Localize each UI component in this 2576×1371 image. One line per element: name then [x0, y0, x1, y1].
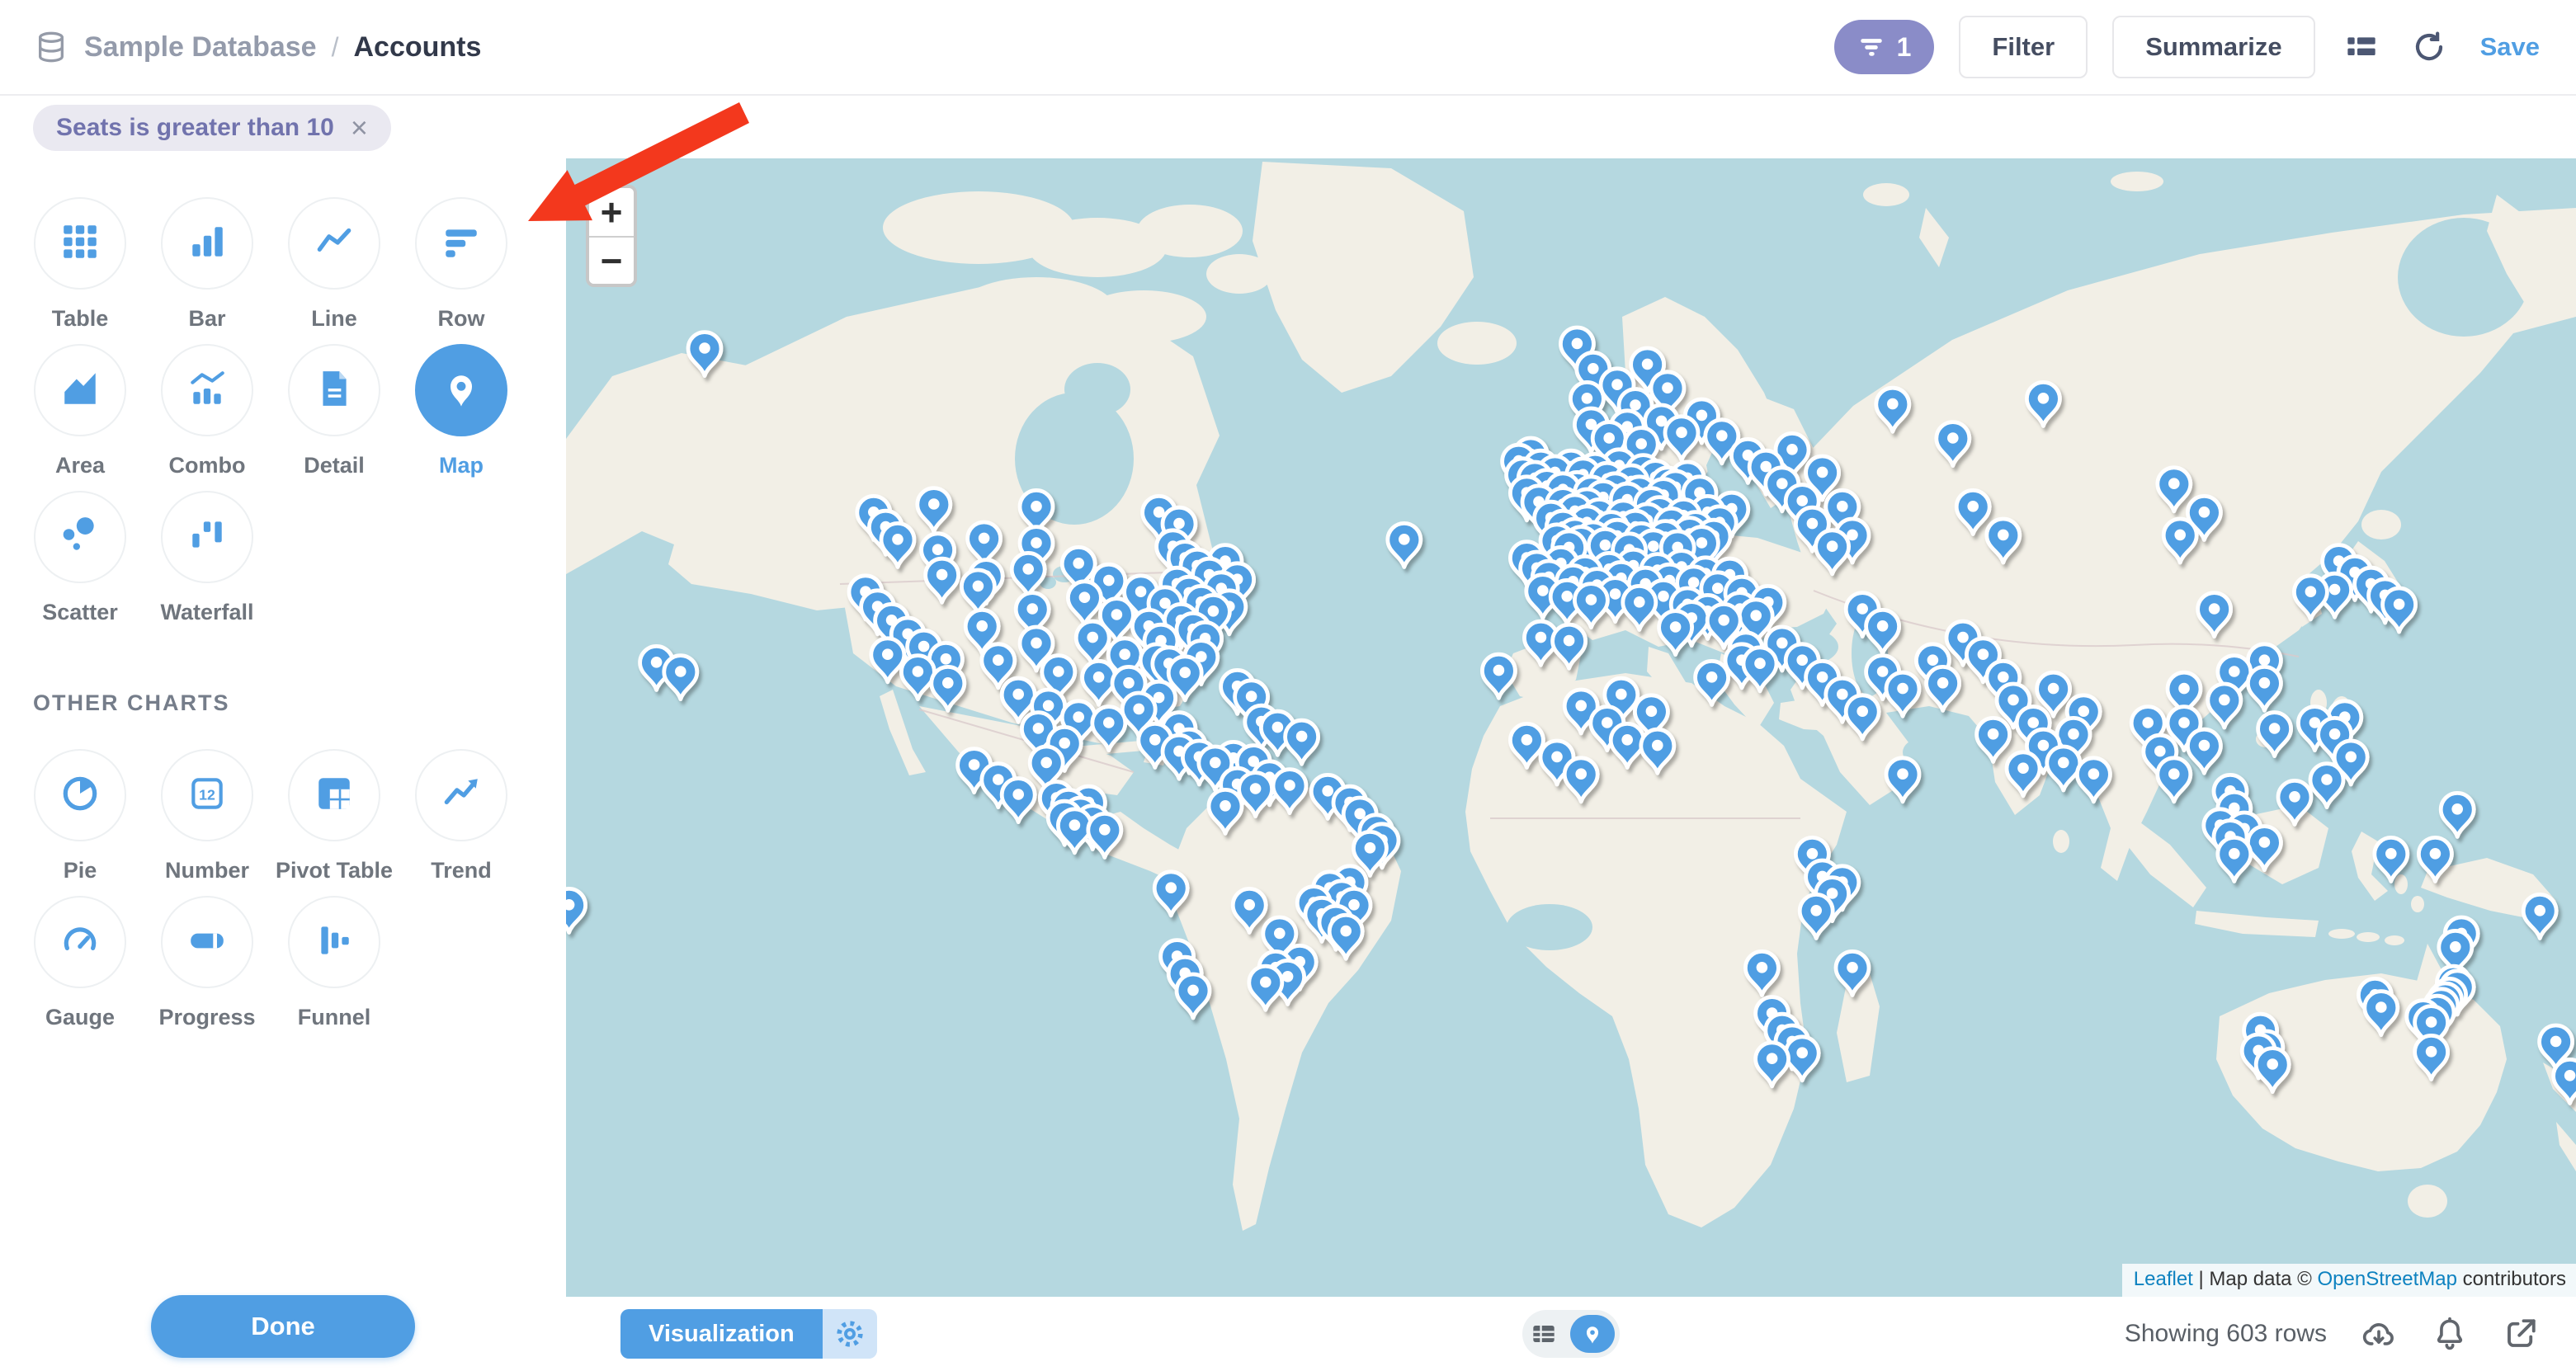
chart-type-pivot-table[interactable]: Pivot Table	[271, 749, 398, 896]
chart-type-gauge[interactable]: Gauge	[17, 896, 144, 1043]
chart-type-table[interactable]: Table	[17, 197, 144, 344]
svg-text:12: 12	[199, 786, 215, 803]
share-external-icon[interactable]	[2502, 1315, 2540, 1353]
chart-type-progress[interactable]: Progress	[144, 896, 271, 1043]
filter-bar: Seats is greater than 10 ×	[0, 97, 2576, 158]
map-pin-icon	[440, 367, 483, 414]
top-header: Sample Database / Accounts 1 Filter Summ…	[0, 0, 2576, 96]
active-filters-pill[interactable]: 1	[1834, 20, 1935, 74]
breadcrumb-database[interactable]: Sample Database	[84, 31, 317, 64]
chart-type-area[interactable]: Area	[17, 344, 144, 491]
done-button[interactable]: Done	[151, 1295, 415, 1358]
chart-type-scatter[interactable]: Scatter	[17, 491, 144, 638]
row-count: Showing 603 rows	[2125, 1320, 2327, 1348]
zoom-in-button[interactable]: +	[589, 188, 634, 236]
table-view-icon	[1531, 1321, 1557, 1347]
refresh-icon[interactable]	[2408, 26, 2451, 68]
chart-type-detail[interactable]: Detail	[271, 344, 398, 491]
row-chart-icon	[441, 221, 482, 266]
visualization-settings-button[interactable]	[823, 1309, 877, 1359]
attribution-suffix: contributors	[2457, 1268, 2566, 1290]
chart-type-sidebar: Table Bar Line Row	[0, 158, 566, 1371]
filter-button[interactable]: Filter	[1959, 16, 2088, 78]
chart-type-waterfall[interactable]: Waterfall	[144, 491, 271, 638]
attribution-text: | Map data ©	[2193, 1268, 2318, 1290]
bar-chart-icon	[186, 221, 228, 266]
alerts-bell-icon[interactable]	[2431, 1315, 2469, 1353]
gauge-chart-icon	[59, 920, 101, 965]
scatter-chart-icon	[59, 515, 101, 560]
table-chart-icon	[59, 221, 101, 266]
map-attribution: Leaflet | Map data © OpenStreetMap contr…	[2122, 1264, 2576, 1297]
chart-type-funnel[interactable]: Funnel	[271, 896, 398, 1043]
filter-chip-label: Seats is greater than 10	[56, 114, 334, 142]
table-map-toggle	[1522, 1310, 1620, 1358]
breadcrumb-table[interactable]: Accounts	[353, 31, 481, 64]
summarize-button[interactable]: Summarize	[2112, 16, 2314, 78]
gear-icon	[834, 1318, 866, 1350]
breadcrumb-separator: /	[332, 32, 339, 63]
openstreetmap-link[interactable]: OpenStreetMap	[2318, 1268, 2457, 1290]
map-zoom-control: + −	[586, 185, 637, 287]
chart-type-trend[interactable]: Trend	[398, 749, 525, 896]
zoom-out-button[interactable]: −	[589, 236, 634, 284]
notebook-editor-icon[interactable]	[2340, 26, 2383, 68]
save-button[interactable]: Save	[2480, 32, 2540, 62]
world-map-svg	[566, 158, 2576, 1297]
pie-chart-icon	[59, 773, 101, 818]
chart-type-pie[interactable]: Pie	[17, 749, 144, 896]
pivot-table-icon	[314, 773, 355, 818]
funnel-chart-icon	[314, 920, 355, 965]
download-results-icon[interactable]	[2360, 1315, 2398, 1353]
combo-chart-icon	[186, 368, 228, 413]
chart-type-row[interactable]: Row	[398, 197, 525, 344]
table-view-button[interactable]	[1522, 1321, 1565, 1347]
area-chart-icon	[59, 368, 101, 413]
detail-document-icon	[314, 368, 355, 413]
chart-type-number[interactable]: 12 Number	[144, 749, 271, 896]
map-view-button[interactable]	[1570, 1315, 1615, 1353]
active-filters-count: 1	[1897, 32, 1912, 63]
database-icon	[33, 29, 69, 65]
bottom-toolbar: Visualization	[566, 1297, 2576, 1371]
number-chart-icon: 12	[186, 773, 228, 818]
breadcrumb: Sample Database / Accounts	[33, 29, 481, 65]
chart-type-combo[interactable]: Combo	[144, 344, 271, 491]
map-visualization[interactable]: + − Leaflet | Map data © OpenStreetMap c…	[566, 158, 2576, 1297]
filter-chip[interactable]: Seats is greater than 10 ×	[33, 105, 391, 151]
map-view-pin-icon	[1581, 1322, 1604, 1345]
line-chart-icon	[314, 221, 355, 266]
trend-arrow-icon	[441, 773, 482, 818]
waterfall-chart-icon	[186, 515, 228, 560]
chart-type-bar[interactable]: Bar	[144, 197, 271, 344]
chart-type-map[interactable]: Map	[398, 344, 525, 491]
other-charts-heading: OTHER CHARTS	[33, 690, 566, 716]
remove-filter-icon[interactable]: ×	[351, 113, 368, 143]
chart-type-line[interactable]: Line	[271, 197, 398, 344]
funnel-icon	[1857, 33, 1885, 61]
leaflet-link[interactable]: Leaflet	[2134, 1268, 2193, 1290]
progress-bar-icon	[186, 920, 228, 965]
visualization-button[interactable]: Visualization	[620, 1309, 823, 1359]
